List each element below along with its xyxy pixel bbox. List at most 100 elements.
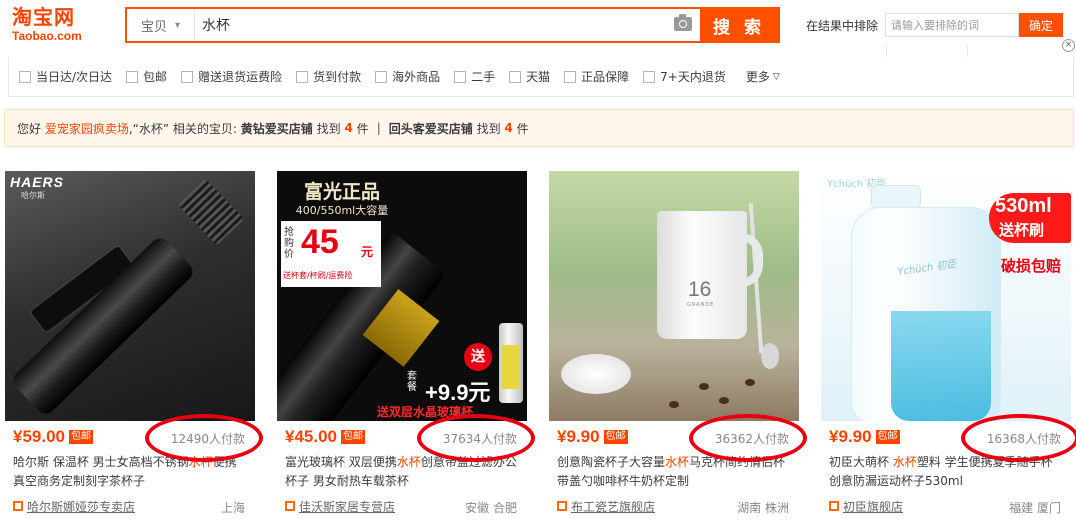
notice-greeting: 您好 — [17, 121, 42, 136]
free-shipping-badge: 包邮 — [69, 430, 93, 444]
camera-icon[interactable] — [674, 14, 692, 31]
filter-second-hand[interactable]: 二手 — [454, 68, 495, 85]
filter-cash-on-delivery[interactable]: 货到付款 — [296, 68, 361, 85]
filter-overseas[interactable]: 海外商品 — [375, 68, 440, 85]
filter-same-day[interactable]: 当日达/次日达 — [19, 68, 112, 85]
brand-sub-text: 哈尔斯 — [21, 191, 45, 200]
gift-set-label: 套餐 — [407, 371, 417, 393]
shop-link[interactable]: 初臣旗舰店 — [843, 498, 903, 515]
filter-label: 当日达/次日达 — [36, 70, 113, 84]
shop-row: 佳沃斯家居专营店 安徽 合肥 — [277, 493, 527, 519]
search-input[interactable]: 水杯 — [195, 9, 700, 41]
free-shipping-badge: 包邮 — [341, 430, 365, 444]
notice-shop1-link[interactable]: 黄钻爱买店铺 — [241, 120, 313, 137]
free-shipping-badge: 包邮 — [875, 430, 900, 444]
checkbox[interactable] — [181, 70, 194, 83]
promo-price: 45 — [301, 223, 339, 261]
shop-link[interactable]: 布工瓷艺旗舰店 — [571, 498, 655, 515]
shop-link[interactable]: 哈尔斯娜娅莎专卖店 — [27, 498, 135, 515]
notice-found2-pre: 找到 — [476, 121, 501, 136]
checkbox[interactable] — [375, 70, 388, 83]
shop-icon — [829, 501, 839, 511]
filter-label: 包邮 — [143, 70, 168, 84]
shop-row: 哈尔斯娜娅莎专卖店 上海 — [5, 493, 255, 519]
close-icon[interactable]: × — [1062, 39, 1075, 52]
title-text: 哈尔斯 保温杯 男士女高档不锈钢 — [13, 455, 189, 469]
logo-chinese: 淘宝网 — [12, 5, 75, 29]
checkbox[interactable] — [19, 70, 31, 83]
filter-free-shipping[interactable]: 包邮 — [126, 68, 167, 85]
promo-gift-note: 送杯套/杯刷/运费险 — [283, 271, 353, 280]
shop-location: 上海 — [220, 501, 245, 515]
search-bar: 宝贝 ▾ 水杯 搜 索 — [125, 7, 780, 43]
product-image[interactable]: Ychüch 初臣 Ychüch 初臣 530ml 送杯刷 破损包赔 — [821, 171, 1071, 421]
filter-label: 海外商品 — [392, 70, 441, 84]
product-price: ¥45.00 — [285, 427, 337, 446]
brand-logo-text: HAERS — [10, 174, 65, 190]
product-price: ¥59.00 — [13, 427, 65, 446]
more-filters-button[interactable]: 更多 ▽ — [746, 68, 780, 85]
exclude-label: 在结果中排除 — [806, 18, 879, 33]
exclude-box: 在结果中排除 请输入要排除的词 确定 — [806, 13, 1064, 37]
sticker-gift: 送杯刷 — [999, 221, 1045, 239]
shop-link[interactable]: 佳沃斯家居专营店 — [299, 498, 395, 515]
product-card: Ychüch 初臣 Ychüch 初臣 530ml 送杯刷 破损包赔 ¥9.90… — [821, 171, 1076, 530]
filter-tmall[interactable]: 天猫 — [509, 68, 550, 85]
chevron-down-icon: ▽ — [772, 71, 780, 82]
coffee-bean-shape — [699, 383, 709, 390]
bottle-cap-shape — [871, 185, 921, 209]
banner-title: 富光正品 — [303, 181, 380, 203]
thermos-cap-shape — [177, 178, 245, 246]
notice-shop2-link[interactable]: 回头客爱买店铺 — [389, 120, 473, 137]
title-highlight: 水杯 — [892, 455, 917, 469]
search-category-select[interactable]: 宝贝 ▾ — [127, 9, 195, 41]
checkbox[interactable] — [643, 70, 656, 83]
title-text: 富光玻璃杯 双层便携 — [285, 455, 397, 469]
notice-mid-text: ,“水杯” 相关的宝贝: — [128, 121, 237, 136]
taobao-logo[interactable]: 淘宝网 Taobao.com — [12, 6, 112, 44]
notice-count1: 4 — [344, 121, 353, 135]
shop-row: 布工瓷艺旗舰店 湖南 株洲 — [549, 493, 799, 519]
checkbox[interactable] — [126, 70, 139, 83]
search-query-text: 水杯 — [202, 18, 230, 34]
red-circle-annotation — [417, 414, 535, 462]
filter-label: 赠送退货运费险 — [198, 70, 283, 84]
spoon-head-shape — [761, 343, 779, 369]
exclude-confirm-button[interactable]: 确定 — [1019, 13, 1064, 37]
title-text: 初臣大萌杯 — [829, 455, 893, 469]
gift-badge: 送 — [464, 343, 492, 371]
shop-row: 初臣旗舰店 福建 厦门 — [821, 493, 1071, 519]
product-card: 富光正品 400/550ml大容量 抢购价 45 元 送杯套/杯刷/运费险 送 … — [277, 171, 535, 530]
price-row: ¥45.00 包邮 37634人付款 — [277, 414, 535, 462]
product-image[interactable]: HAERS 哈尔斯 — [5, 171, 255, 421]
notice-found2-post: 件 — [516, 121, 529, 136]
product-price: ¥9.90 — [557, 427, 600, 446]
search-button[interactable]: 搜 索 — [700, 9, 778, 41]
price-row: ¥59.00 包邮 12490人付款 — [5, 414, 263, 462]
filter-7day-return[interactable]: 7+天内退货 — [643, 68, 726, 85]
notice-user-link[interactable]: 爱宠家园疯卖场 — [45, 120, 129, 137]
checkbox[interactable] — [509, 70, 522, 83]
filter-label: 二手 — [471, 70, 496, 84]
filter-tab-divider — [886, 45, 968, 57]
price-row: ¥9.90 包邮 36362人付款 — [549, 414, 807, 462]
checkbox[interactable] — [296, 70, 309, 83]
checkbox[interactable] — [564, 70, 577, 83]
exclude-input[interactable]: 请输入要排除的词 — [885, 13, 1020, 37]
coffee-bean-shape — [669, 401, 679, 408]
shop-location: 湖南 株洲 — [737, 501, 789, 515]
checkbox[interactable] — [454, 70, 467, 83]
coffee-bean-shape — [745, 379, 755, 386]
filter-row: 当日达/次日达 包邮 赠送退货运费险 货到付款 海外商品 二手 天猫 正品保障 … — [8, 57, 1074, 97]
coffee-bean-shape — [719, 397, 729, 404]
product-card: HAERS 哈尔斯 ¥59.00 包邮 12490人付款 哈尔斯 保温杯 男士女… — [5, 171, 263, 530]
notice-found1-pre: 找到 — [316, 121, 341, 136]
product-image[interactable]: 16 GRANDE — [549, 171, 799, 421]
filter-genuine[interactable]: 正品保障 — [564, 68, 629, 85]
product-image[interactable]: 富光正品 400/550ml大容量 抢购价 45 元 送杯套/杯刷/运费险 送 … — [277, 171, 527, 421]
promo-unit: 元 — [361, 245, 374, 259]
mug-number: 16 — [688, 278, 712, 301]
free-shipping-badge: 包邮 — [603, 430, 628, 444]
banner-subtitle: 400/550ml大容量 — [295, 204, 389, 217]
filter-return-insurance[interactable]: 赠送退货运费险 — [181, 68, 282, 85]
